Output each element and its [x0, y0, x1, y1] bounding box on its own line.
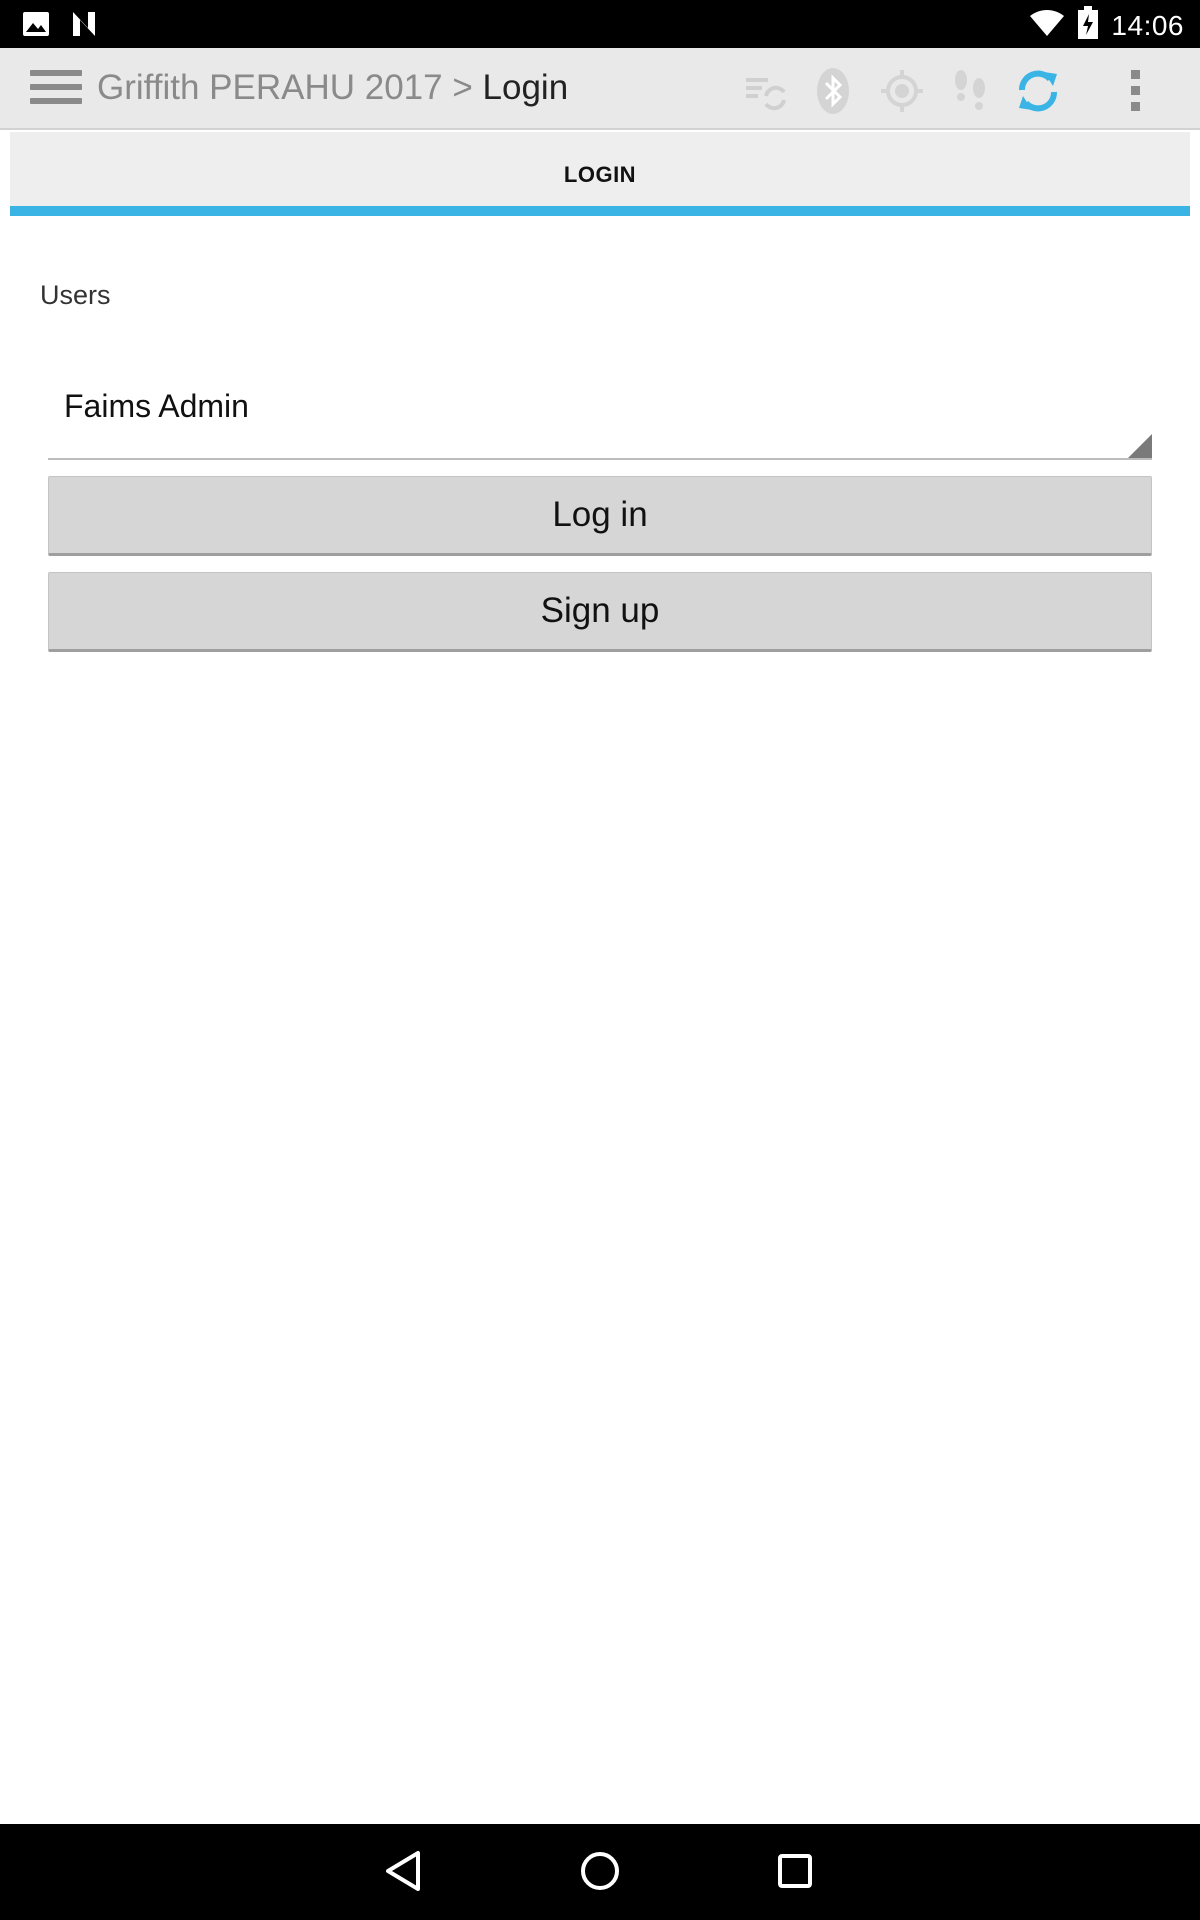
sync-icon[interactable]: [1013, 66, 1063, 116]
action-bar: Griffith PERAHU 2017 > Login: [0, 48, 1200, 130]
home-icon[interactable]: [575, 1846, 625, 1896]
navigation-bar: [0, 1824, 1200, 1920]
n-notification-icon: [70, 10, 98, 43]
tab-indicator: [10, 206, 1190, 216]
image-notification-icon: [22, 10, 50, 43]
recents-icon[interactable]: [770, 1846, 820, 1896]
gps-icon[interactable]: [877, 66, 927, 116]
status-time: 14:06: [1111, 9, 1184, 41]
wifi-icon: [1029, 8, 1065, 43]
battery-charging-icon: [1077, 6, 1099, 45]
sync-list-icon[interactable]: [740, 66, 790, 116]
overflow-menu-icon[interactable]: [1110, 66, 1160, 116]
breadcrumb-separator: >: [452, 68, 473, 107]
users-dropdown[interactable]: Faims Admin: [48, 366, 1152, 460]
tab-login[interactable]: LOGIN: [10, 162, 1190, 188]
menu-icon[interactable]: [30, 70, 82, 110]
tracking-icon[interactable]: [945, 66, 995, 116]
page-title: Login: [482, 68, 569, 107]
login-button[interactable]: Log in: [48, 476, 1152, 556]
login-form: Users Faims Admin Log in Sign up: [10, 216, 1190, 1823]
bluetooth-icon[interactable]: [808, 66, 858, 116]
module-title: Griffith PERAHU 2017: [97, 68, 443, 107]
breadcrumb: Griffith PERAHU 2017 > Login: [97, 68, 568, 108]
tab-strip: LOGIN: [10, 132, 1190, 216]
signup-button[interactable]: Sign up: [48, 572, 1152, 652]
screen: 14:06 Griffith PERAHU 2017 > Login LOGIN…: [0, 0, 1200, 1920]
status-bar: 14:06: [0, 0, 1200, 48]
selected-user: Faims Admin: [64, 388, 249, 424]
dropdown-arrow-icon: [1128, 434, 1152, 458]
users-label: Users: [40, 280, 111, 310]
back-icon[interactable]: [380, 1846, 430, 1896]
